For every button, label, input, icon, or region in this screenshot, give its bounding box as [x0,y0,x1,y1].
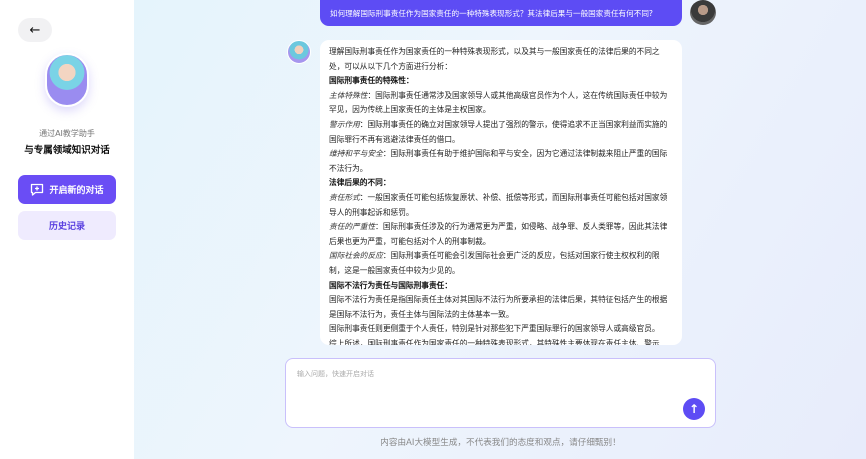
assistant-avatar [45,53,89,107]
answer-paragraph: 国际不法行为责任是指国际责任主体对其国际不法行为所要承担的法律后果，其特征包括产… [329,295,668,319]
chat-input-box: ↑ [285,358,716,428]
answer-paragraph: 法律后果的不同： [329,176,674,191]
answer-paragraph: 国际社会的反应：国际刑事责任可能会引发国际社会更广泛的反应，包括对国家行使主权权… [329,249,674,278]
answer-item-label: 责任的严重性 [329,222,376,232]
answer-paragraph: 理解国际刑事责任作为国家责任的一种特殊表现形式，以及其与一般国家责任的法律后果的… [329,47,660,71]
user-avatar [690,0,716,25]
answer-paragraph: 综上所述，国际刑事责任作为国家责任的一种特殊表现形式，其特殊性主要体现在责任主体… [329,338,660,345]
answer-paragraph: 责任的严重性：国际刑事责任涉及的行为通常更为严重，如侵略、战争罪、反人类罪等，因… [329,220,674,249]
answer-item-label: 国际社会的反应 [329,251,383,261]
new-chat-button[interactable]: 开启新的对话 [18,175,116,204]
sidebar-title: 与专属领域知识对话 [24,145,110,156]
chat-plus-icon [31,183,44,196]
history-button[interactable]: 历史记录 [18,211,116,240]
arrow-left-icon: ← [29,22,41,38]
answer-item-text: ：一般国家责任可能包括恢复原状、补偿、抵偿等形式，而国际刑事责任可能包括对国家领… [329,192,668,217]
answer-paragraph: 国际不法行为责任与国际刑事责任： [329,279,674,294]
send-button[interactable]: ↑ [683,398,705,420]
answer-item-label: 维持和平与安全 [329,149,383,159]
answer-heading: 国际刑事责任的特殊性： [329,76,414,86]
answer-paragraph: 警示作用：国际刑事责任的确立对国家领导人提出了强烈的警示，使得追求不正当国家利益… [329,118,674,147]
ai-avatar [287,40,311,64]
sidebar: ← 通过AI教学助手 与专属领域知识对话 开启新的对话 历史记录 [0,0,134,459]
answer-paragraph: 国际刑事责任则更侧重于个人责任，特别是针对那些犯下严重国际罪行的国家领导人或高级… [329,324,660,334]
answer-item-text: ：国际刑事责任的确立对国家领导人提出了强烈的警示，使得追求不正当国家利益而实施的… [329,119,668,144]
answer-paragraph: 责任形式：一般国家责任可能包括恢复原状、补偿、抵偿等形式，而国际刑事责任可能包括… [329,191,674,220]
answer-item-label: 责任形式 [329,192,360,202]
back-button[interactable]: ← [18,18,52,42]
ai-answer-bubble: 理解国际刑事责任作为国家责任的一种特殊表现形式，以及其与一般国家责任的法律后果的… [320,40,682,345]
answer-paragraph: 主体特殊性：国际刑事责任通常涉及国家领导人或其他高级官员作为个人，这在传统国际责… [329,89,674,118]
sidebar-subtitle: 通过AI教学助手 [39,129,95,138]
answer-heading: 国际不法行为责任与国际刑事责任： [329,280,453,290]
new-chat-label: 开启新的对话 [49,186,104,196]
arrow-up-icon: ↑ [688,402,700,416]
answer-item-text: ：国际刑事责任通常涉及国家领导人或其他高级官员作为个人，这在传统国际责任中较为罕… [329,90,668,115]
answer-item-text: ：国际刑事责任涉及的行为通常更为严重，如侵略、战争罪、反人类罪等，因此其法律后果… [329,222,668,246]
disclaimer: 内容由AI大模型生成，不代表我们的态度和观点，请仔细甄别！ [380,438,621,448]
answer-heading: 法律后果的不同： [329,178,391,188]
user-question-bubble: 如何理解国际刑事责任作为国家责任的一种特殊表现形式？其法律后果与一般国家责任有何… [320,0,682,26]
answer-item-label: 警示作用 [329,119,360,129]
answer-paragraph: 国际刑事责任的特殊性： [329,74,674,89]
answer-paragraph: 维持和平与安全：国际刑事责任有助于维护国际和平与安全，因为它通过法律制裁来阻止严… [329,147,674,176]
chat-input[interactable] [286,359,715,427]
answer-item-label: 主体特殊性 [329,90,368,100]
